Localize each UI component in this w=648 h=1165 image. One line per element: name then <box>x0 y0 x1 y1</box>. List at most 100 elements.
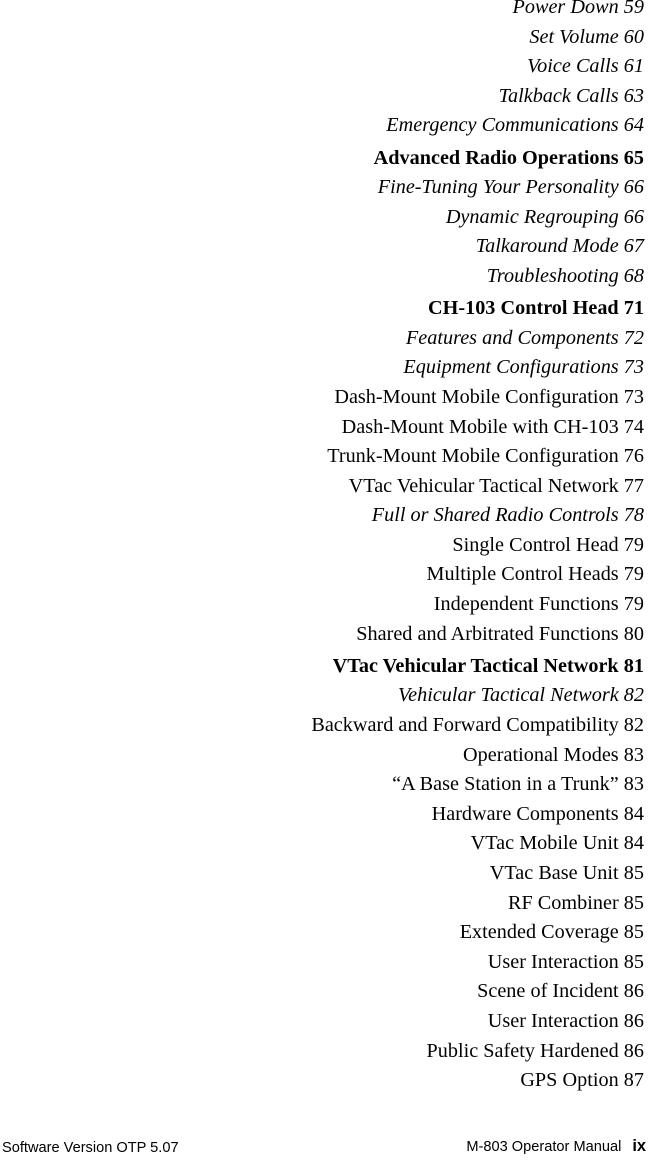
toc-entry-page-number: 73 <box>623 385 644 408</box>
toc-entry-page-number: 67 <box>623 235 644 258</box>
toc-entry-title: Backward and Forward Compatibility <box>311 714 619 737</box>
toc-entry[interactable]: Shared and Arbitrated Functions 80 <box>0 620 644 650</box>
toc-entry[interactable]: Backward and Forward Compatibility 82 <box>0 711 644 741</box>
toc-entry-page-number: 86 <box>623 1039 644 1062</box>
toc-entry-title: GPS Option <box>520 1069 619 1092</box>
toc-entry-title: Troubleshooting <box>486 264 619 287</box>
toc-entry-title: Dynamic Regrouping <box>445 205 619 228</box>
toc-entry[interactable]: Single Control Head 79 <box>0 531 644 561</box>
toc-entry-page-number: 79 <box>623 593 644 616</box>
toc-entry-title: Equipment Configurations <box>403 356 619 379</box>
toc-entry[interactable]: Talkback Calls 63 <box>0 82 644 112</box>
toc-entry[interactable]: User Interaction 85 <box>0 948 644 978</box>
toc-entry-page-number: 63 <box>623 84 644 107</box>
toc-entry-title: VTac Vehicular Tactical Network <box>348 474 619 497</box>
toc-entry-page-number: 72 <box>623 326 644 349</box>
toc-entry-page-number: 60 <box>623 25 644 48</box>
toc-entry-page-number: 83 <box>623 773 644 796</box>
toc-entry-page-number: 83 <box>623 743 644 766</box>
toc-entry[interactable]: VTac Base Unit 85 <box>0 859 644 889</box>
toc-entry[interactable]: Fine-Tuning Your Personality 66 <box>0 173 644 203</box>
toc-entry[interactable]: Independent Functions 79 <box>0 590 644 620</box>
toc-entry-page-number: 66 <box>623 205 644 228</box>
toc-entry-page-number: 65 <box>623 146 644 169</box>
toc-entry[interactable]: Advanced Radio Operations 65 <box>0 141 644 173</box>
footer-software-version: Software Version OTP 5.07 <box>2 1140 179 1156</box>
toc-entry-title: Dash-Mount Mobile Configuration <box>334 385 619 408</box>
toc-entry-title: Talkback Calls <box>498 84 619 107</box>
toc-entry-page-number: 77 <box>623 474 644 497</box>
table-of-contents-list: Power Down 59 Set Volume 60 Voice Calls 61… <box>0 0 644 1096</box>
toc-entry-page-number: 59 <box>623 0 644 18</box>
toc-entry-title: Multiple Control Heads <box>426 563 619 586</box>
toc-entry-page-number: 61 <box>623 55 644 78</box>
toc-entry-title: VTac Mobile Unit <box>470 832 619 855</box>
toc-entry-title: Set Volume <box>529 25 619 48</box>
footer-right-group: M-803 Operator Manual ix <box>466 1137 646 1156</box>
toc-entry[interactable]: Full or Shared Radio Controls 78 <box>0 501 644 531</box>
toc-entry-page-number: 85 <box>623 891 644 914</box>
toc-entry[interactable]: User Interaction 86 <box>0 1007 644 1037</box>
toc-entry-page-number: 86 <box>623 980 644 1003</box>
toc-entry-title: Features and Components <box>405 326 619 349</box>
toc-entry-page-number: 71 <box>623 297 644 320</box>
toc-entry-page-number: 84 <box>623 832 644 855</box>
footer-manual-title: M-803 Operator Manual <box>466 1139 622 1155</box>
toc-entry[interactable]: Operational Modes 83 <box>0 741 644 771</box>
toc-entry[interactable]: Equipment Configurations 73 <box>0 353 644 383</box>
toc-entry[interactable]: CH-103 Control Head 71 <box>0 292 644 324</box>
toc-entry-page-number: 84 <box>623 802 644 825</box>
toc-entry[interactable]: “A Base Station in a Trunk” 83 <box>0 770 644 800</box>
toc-entry[interactable]: Voice Calls 61 <box>0 52 644 82</box>
toc-entry[interactable]: VTac Vehicular Tactical Network 81 <box>0 649 644 681</box>
toc-entry-title: Full or Shared Radio Controls <box>371 504 619 527</box>
toc-entry[interactable]: Dash-Mount Mobile with CH-103 74 <box>0 413 644 443</box>
toc-entry-title: Public Safety Hardened <box>426 1039 619 1062</box>
toc-entry-title: Single Control Head <box>452 533 619 556</box>
toc-entry-page-number: 74 <box>623 415 644 438</box>
toc-entry-page-number: 79 <box>623 563 644 586</box>
toc-entry[interactable]: Trunk-Mount Mobile Configuration 76 <box>0 442 644 472</box>
toc-entry-page-number: 85 <box>623 862 644 884</box>
toc-entry[interactable]: Emergency Communications 64 <box>0 111 644 141</box>
toc-entry-title: Hardware Components <box>431 802 619 825</box>
page-footer: Software Version OTP 5.07 M-803 Operator… <box>0 1134 648 1156</box>
toc-entry[interactable]: Set Volume 60 <box>0 23 644 53</box>
toc-entry[interactable]: Troubleshooting 68 <box>0 262 644 292</box>
toc-entry[interactable]: Public Safety Hardened 86 <box>0 1037 644 1067</box>
toc-entry-title: User Interaction <box>487 1009 619 1032</box>
toc-entry-page-number: 64 <box>623 114 644 137</box>
toc-entry-title: Advanced Radio Operations <box>373 146 619 169</box>
toc-entry[interactable]: VTac Mobile Unit 84 <box>0 829 644 859</box>
toc-entry-page-number: 66 <box>623 176 644 199</box>
toc-entry-page-number: 86 <box>623 1009 644 1032</box>
toc-entry-title: Vehicular Tactical Network <box>397 684 619 707</box>
toc-entry-title: Scene of Incident <box>477 980 619 1003</box>
toc-entry-title: Extended Coverage <box>459 921 619 944</box>
toc-entry-page-number: 81 <box>623 654 644 677</box>
toc-entry-title: Emergency Communications <box>386 114 619 137</box>
toc-entry[interactable]: Multiple Control Heads 79 <box>0 560 644 590</box>
toc-entry-title: Shared and Arbitrated Functions <box>356 622 619 645</box>
toc-entry[interactable]: Hardware Components 84 <box>0 800 644 830</box>
footer-page-number: ix <box>632 1137 646 1155</box>
toc-entry-title: Independent Functions <box>433 593 619 616</box>
toc-entry-title: RF Combiner <box>507 891 619 914</box>
toc-entry-title: User Interaction <box>487 950 619 973</box>
toc-entry-page-number: 78 <box>623 504 644 527</box>
toc-entry-title: Dash-Mount Mobile with CH-103 <box>341 415 619 438</box>
toc-entry[interactable]: Vehicular Tactical Network 82 <box>0 681 644 711</box>
toc-entry[interactable]: Scene of Incident 86 <box>0 977 644 1007</box>
toc-entry-page-number: 80 <box>623 622 644 645</box>
toc-entry-title: Talkaround Mode <box>475 235 619 258</box>
toc-entry[interactable]: Power Down 59 <box>0 0 644 23</box>
toc-entry-title: Operational Modes <box>463 743 619 766</box>
toc-entry[interactable]: Features and Components 72 <box>0 324 644 354</box>
toc-entry[interactable]: Dash-Mount Mobile Configuration 73 <box>0 383 644 413</box>
toc-entry[interactable]: RF Combiner 85 <box>0 889 644 919</box>
toc-entry[interactable]: Dynamic Regrouping 66 <box>0 203 644 233</box>
toc-entry[interactable]: VTac Vehicular Tactical Network 77 <box>0 472 644 502</box>
toc-entry[interactable]: Extended Coverage 85 <box>0 918 644 948</box>
toc-entry[interactable]: Talkaround Mode 67 <box>0 232 644 262</box>
toc-entry[interactable]: GPS Option 87 <box>0 1066 644 1096</box>
